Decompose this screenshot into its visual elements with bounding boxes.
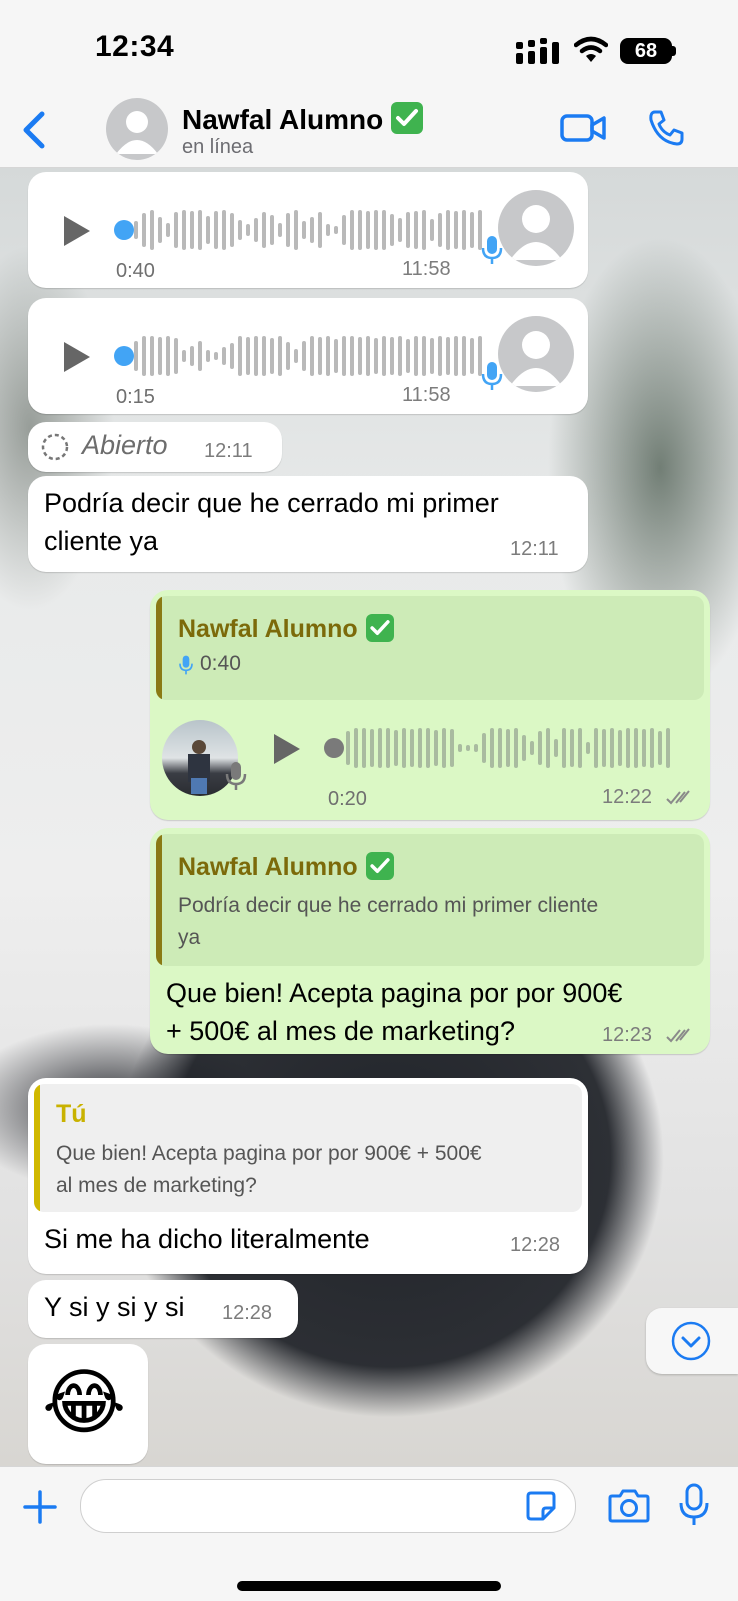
sender-avatar [498,190,574,266]
message-text-line: Que bien! Acepta pagina por por 900€ [166,978,623,1008]
quoted-sender-text: Nawfal Alumno [178,853,358,881]
sender-avatar [498,316,574,392]
quoted-message[interactable]: Nawfal Alumno Podría decir que he cerrad… [156,834,704,966]
text-message[interactable]: Podría decir que he cerrado mi primer cl… [28,476,588,572]
message-time: 12:11 [204,440,253,462]
camera-icon[interactable] [608,1487,650,1523]
contact-name-text: Nawfal Alumno [182,104,384,135]
view-once-icon [41,433,69,461]
quote-bar [156,596,162,700]
message-text-line: + 500€ al mes de marketing? [166,1016,515,1046]
view-once-message[interactable]: Abierto 12:11 [28,422,282,472]
message-time: 12:28 [222,1302,273,1324]
view-once-label: Abierto [82,430,168,460]
sticker-icon[interactable] [525,1490,557,1522]
quoted-text-line: Podría decir que he cerrado mi primer cl… [178,894,599,917]
verified-check-icon [365,852,394,880]
microphone-icon [225,762,247,790]
double-check-icon [666,1028,690,1043]
quoted-duration: 0:40 [200,652,241,675]
battery-tip [672,46,676,56]
quoted-sender: Nawfal Alumno [178,614,394,644]
status-time: 12:34 [95,30,175,63]
message-text: Si me ha dicho literalmente [44,1224,370,1254]
quoted-sender: Nawfal Alumno [178,852,394,882]
back-chevron-icon[interactable] [20,110,50,150]
verified-check-icon [391,102,424,134]
plus-icon[interactable] [22,1489,58,1525]
playback-position-dot[interactable] [324,738,344,758]
contact-status: en línea [182,136,254,158]
microphone-icon [481,362,503,390]
voice-duration: 0:20 [328,788,367,810]
waveform[interactable] [134,208,490,252]
contact-avatar[interactable] [106,98,168,160]
quoted-text-line: Que bien! Acepta pagina por por 900€ + 5… [56,1142,482,1165]
message-time: 12:11 [510,538,559,560]
voice-duration: 0:15 [116,386,155,408]
message-time: 12:23 [602,1024,653,1046]
play-icon[interactable] [64,216,90,246]
playback-position-dot[interactable] [114,346,134,366]
wifi-icon [574,36,608,62]
message-time: 11:58 [402,258,451,280]
quoted-sender-text: Nawfal Alumno [178,615,358,643]
scroll-down-icon [671,1321,711,1361]
phone-icon[interactable] [646,108,686,148]
video-camera-icon[interactable] [560,110,606,146]
verified-check-icon [365,614,394,642]
message-input[interactable] [80,1479,576,1533]
quoted-message[interactable]: Nawfal Alumno 0:40 [156,596,704,700]
microphone-icon[interactable] [678,1483,710,1527]
outgoing-voice-reply[interactable]: Nawfal Alumno 0:40 0:20 12:22 [150,590,710,820]
home-indicator [237,1581,501,1591]
message-text: Y si y si y si [44,1292,185,1322]
outgoing-text-reply[interactable]: Nawfal Alumno Podría decir que he cerrad… [150,828,710,1054]
message-time: 11:58 [402,384,451,406]
message-text-line: cliente ya [44,526,159,556]
contact-name[interactable]: Nawfal Alumno [182,102,424,136]
chat-header: Nawfal Alumno en línea [0,92,738,168]
waveform[interactable] [346,726,680,770]
double-check-icon [666,790,690,805]
playback-position-dot[interactable] [114,220,134,240]
waveform[interactable] [134,334,490,378]
microphone-icon [481,236,503,264]
voice-message[interactable]: 0:15 11:58 [28,298,588,414]
voice-message[interactable]: 0:40 11:58 [28,172,588,288]
microphone-icon [179,655,193,675]
chat-background: 0:40 11:58 0:15 11:58 Abierto 12:11 Podr… [0,168,738,1466]
status-bar: 12:34 68 [0,0,738,92]
message-time: 12:28 [510,1234,561,1256]
incoming-text-reply[interactable]: Tú Que bien! Acepta pagina por por 900€ … [28,1078,588,1274]
voice-duration: 0:40 [116,260,155,282]
quote-bar [34,1084,40,1212]
message-text-line: Podría decir que he cerrado mi primer [44,488,499,518]
signal-icon [516,38,559,64]
message-time: 12:22 [602,786,653,808]
quote-bar [156,834,162,966]
quoted-message[interactable]: Tú Que bien! Acepta pagina por por 900€ … [34,1084,582,1212]
text-message[interactable]: Y si y si y si 12:28 [28,1280,298,1338]
play-icon[interactable] [274,734,300,764]
message-input-bar [0,1466,738,1601]
scroll-down-button[interactable] [646,1308,738,1374]
emoji-text: 😂 [42,1360,127,1444]
battery-level: 68 [620,38,672,64]
quoted-text-line: al mes de marketing? [56,1174,257,1197]
quoted-sender: Tú [56,1100,87,1128]
default-avatar-icon [116,111,158,154]
quoted-text-line: ya [178,926,201,949]
emoji-message[interactable]: 😂 [28,1344,148,1464]
play-icon[interactable] [64,342,90,372]
